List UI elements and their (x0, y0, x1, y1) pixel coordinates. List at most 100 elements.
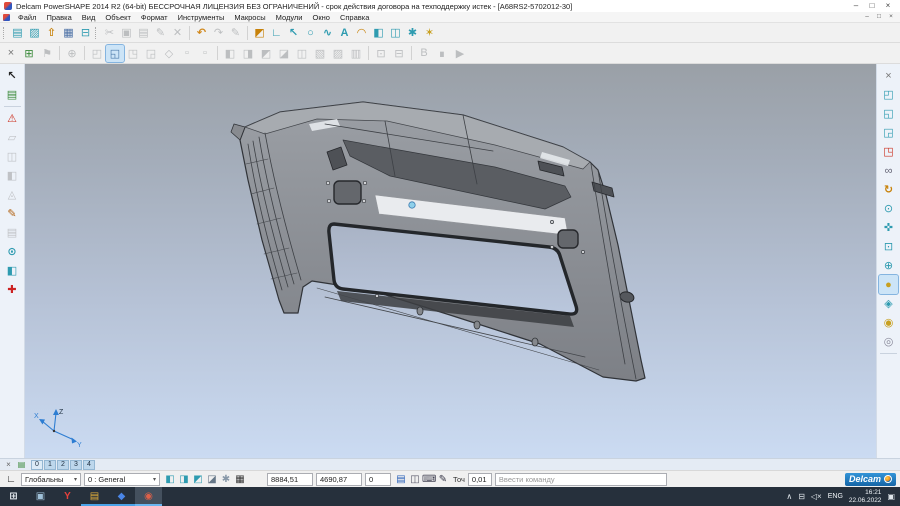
solid-history-button[interactable]: B (415, 45, 433, 62)
search-button[interactable]: ⊙ (3, 242, 22, 261)
save-button[interactable]: ▦ (60, 25, 77, 41)
solid-split-button[interactable]: ▧ (311, 45, 329, 62)
feature-button[interactable]: ◫ (387, 25, 404, 41)
solid-rotate-button[interactable]: ◲ (142, 45, 160, 62)
volume-muted-icon[interactable]: ◁× (811, 492, 822, 501)
format-painter-button[interactable]: ✎ (152, 25, 169, 41)
zoom-fit-button[interactable]: ✜ (879, 218, 898, 237)
solid-fillet-button[interactable]: ◩ (257, 45, 275, 62)
toolbar-drag-handle[interactable] (3, 27, 6, 39)
curve-button[interactable]: ∿ (319, 25, 336, 41)
minimize-button[interactable]: – (848, 0, 864, 12)
view-stereo-button[interactable]: ∞ (879, 161, 898, 180)
menu-help[interactable]: Справка (335, 12, 374, 23)
new-model-button[interactable]: ▤ (9, 25, 26, 41)
clock[interactable]: 16:21 22.06.2022 (849, 489, 882, 505)
yandex-browser-button[interactable]: Y (54, 487, 81, 506)
level-named-button[interactable]: ◩ (191, 474, 205, 485)
solid-draft-button[interactable]: ◫ (293, 45, 311, 62)
solid-bound2-button[interactable]: ▫ (196, 45, 214, 62)
solid-box-button[interactable]: ◧ (3, 261, 22, 280)
snap-button[interactable]: ✎ (436, 474, 450, 485)
x-coordinate-field[interactable]: 8884,51 (267, 473, 313, 486)
solid-shell-button[interactable]: ◪ (275, 45, 293, 62)
paint-tool-button[interactable]: ✎ (3, 204, 22, 223)
explorer-button[interactable]: ▤ (81, 487, 108, 506)
paste-button[interactable]: ▤ (135, 25, 152, 41)
workplane-combo[interactable]: Глобальны ▾ (21, 473, 81, 486)
wizard-button[interactable]: ✶ (421, 25, 438, 41)
open-model-button[interactable]: ▨ (26, 25, 43, 41)
offset-tool-button[interactable]: ◬ (3, 185, 22, 204)
solid-revolve-button[interactable]: ◨ (239, 45, 257, 62)
level-flash-button[interactable]: ✱ (219, 474, 233, 485)
solid-select-button[interactable]: ◰ (88, 45, 106, 62)
tolerance-field[interactable]: 0,01 (468, 473, 492, 486)
view-shaded-button[interactable]: ● (879, 275, 898, 294)
toolbar-drag-handle[interactable] (95, 27, 98, 39)
close-view-toolbar-button[interactable]: × (879, 66, 898, 85)
truck-front-panel-model[interactable] (231, 102, 645, 381)
level-lock-button[interactable]: ◪ (205, 474, 219, 485)
workplane-button[interactable]: ◩ (251, 25, 268, 41)
menu-edit[interactable]: Правка (41, 12, 76, 23)
view-section-button[interactable]: ◈ (879, 294, 898, 313)
level-tab-3[interactable]: 3 (70, 460, 82, 470)
import-button[interactable]: ⇧ (43, 25, 60, 41)
menu-modules[interactable]: Модули (271, 12, 308, 23)
menu-format[interactable]: Формат (136, 12, 173, 23)
menu-tools[interactable]: Инструменты (173, 12, 230, 23)
close-solid-toolbar-button[interactable]: × (2, 45, 20, 62)
network-icon[interactable]: ⊟ (798, 492, 805, 501)
solid-subtract-button[interactable]: ⊟ (390, 45, 408, 62)
viewer-app-button[interactable]: ◆ (108, 487, 135, 506)
solid-shaded-button[interactable]: ◱ (106, 45, 124, 62)
solid-stitch-button[interactable]: ▨ (329, 45, 347, 62)
command-input[interactable] (495, 473, 667, 486)
level-tab-2[interactable]: 2 (57, 460, 69, 470)
solid-bound-button[interactable]: ▫ (178, 45, 196, 62)
surface-button[interactable]: ◠ (353, 25, 370, 41)
z-coordinate-field[interactable]: 0 (365, 473, 391, 486)
menu-object[interactable]: Объект (100, 12, 136, 23)
menu-view[interactable]: Вид (77, 12, 101, 23)
tray-expand-button[interactable]: ∧ (786, 492, 792, 501)
solid-button[interactable]: ◧ (370, 25, 387, 41)
text-button[interactable]: A (336, 25, 353, 41)
view-enhanced-button[interactable]: ◉ (879, 313, 898, 332)
level-tab-0[interactable]: 0 (31, 460, 43, 470)
view-iso2-button[interactable]: ◱ (879, 104, 898, 123)
stack-tool-button[interactable]: ▤ (3, 223, 22, 242)
menu-file[interactable]: Файл (13, 12, 41, 23)
solid-doctor-button[interactable]: ✚ (3, 280, 22, 299)
fillet-tool-button[interactable]: ◫ (3, 147, 22, 166)
object-browser-button[interactable]: ▤ (3, 85, 22, 104)
zoom-help-button[interactable]: ⊙ (879, 199, 898, 218)
clipboard-button[interactable]: ▤ (394, 474, 408, 485)
assembly-button[interactable]: ✱ (404, 25, 421, 41)
solid-tree-button[interactable]: ⊞ (20, 45, 38, 62)
solid-convert-button[interactable]: ▶ (451, 45, 469, 62)
view-iso3-button[interactable]: ◲ (879, 123, 898, 142)
level-tab-4[interactable]: 4 (83, 460, 95, 470)
print-button[interactable]: ⊟ (77, 25, 94, 41)
language-indicator[interactable]: ENG (828, 493, 843, 500)
view-iso1-button[interactable]: ◰ (879, 85, 898, 104)
level-combo[interactable]: 0 : General ▾ (84, 473, 160, 486)
start-button[interactable]: ⊞ (0, 487, 27, 506)
delete-button[interactable]: ✕ (169, 25, 186, 41)
solid-add-button[interactable]: ⊕ (63, 45, 81, 62)
sheet-tool-button[interactable]: ▱ (3, 128, 22, 147)
notifications-button[interactable]: ▣ (887, 492, 895, 501)
solid-flag-button[interactable]: ⚑ (38, 45, 56, 62)
zoom-box-button[interactable]: ⊡ (879, 237, 898, 256)
view-pinned-button[interactable]: ◳ (879, 142, 898, 161)
grid-button[interactable]: ▦ (233, 474, 247, 485)
sketch-edit-button[interactable]: ✎ (227, 25, 244, 41)
y-coordinate-field[interactable]: 4690,87 (316, 473, 362, 486)
workplane-status-icon[interactable]: ∟ (4, 474, 18, 485)
calculator-button[interactable]: ◫ (408, 474, 422, 485)
delcam-logo[interactable]: Delcam (845, 473, 896, 486)
powershape-app-button[interactable]: ◉ (135, 487, 162, 506)
level-used-button[interactable]: ◨ (177, 474, 191, 485)
